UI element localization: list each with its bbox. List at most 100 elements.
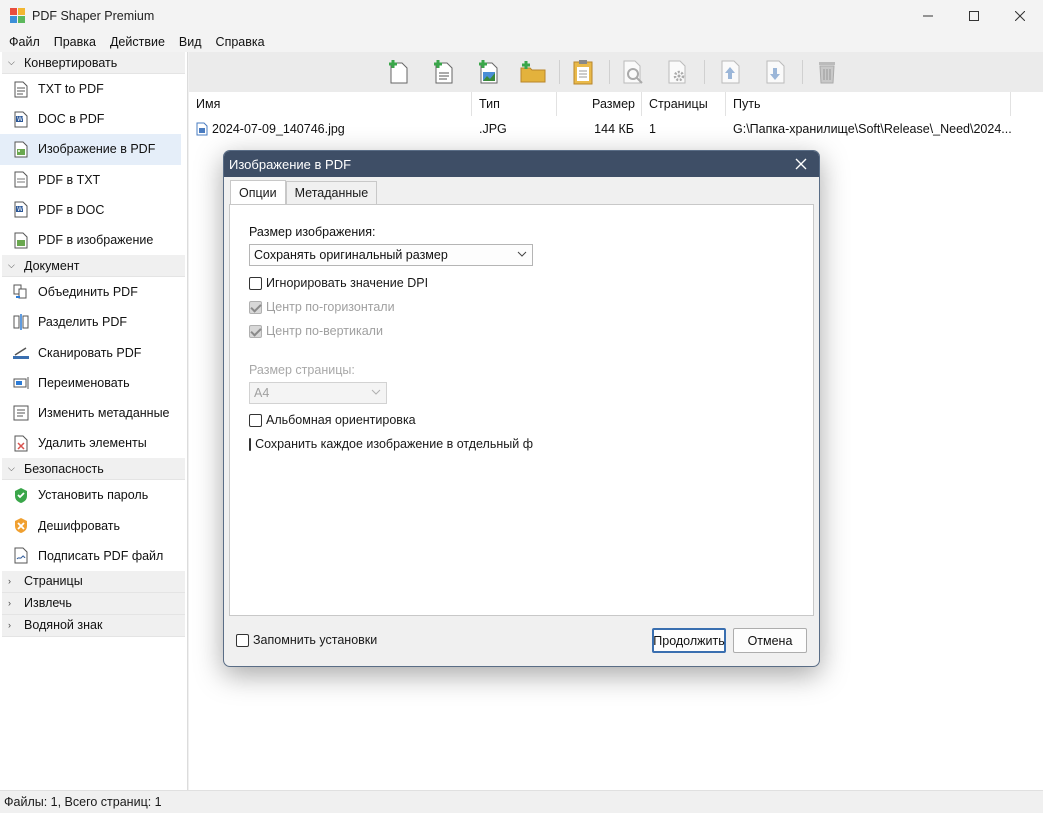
dialog-title: Изображение в PDF (229, 156, 352, 172)
add-file-icon (389, 60, 408, 84)
paste-button[interactable] (569, 58, 597, 86)
pdf-document-icon (12, 171, 30, 189)
preview-button[interactable] (619, 58, 647, 86)
move-up-button[interactable] (717, 58, 745, 86)
delete-button[interactable] (813, 58, 841, 86)
menu-view[interactable]: Вид (172, 35, 209, 49)
page-size-label: Размер страницы: (249, 363, 355, 377)
status-text: Файлы: 1, Всего страниц: 1 (4, 795, 162, 809)
file-size: 144 КБ (594, 122, 634, 136)
file-name: 2024-07-09_140746.jpg (212, 122, 345, 136)
tab-options[interactable]: Опции (230, 180, 286, 204)
sidebar-item-doc-to-pdf[interactable]: W DOC в PDF (0, 104, 187, 134)
sidebar-item-rename[interactable]: Переименовать (0, 368, 187, 398)
checkbox-box (249, 324, 262, 338)
chevron-down-icon (371, 389, 381, 395)
options-panel: Размер изображения: Сохранять оригинальн… (229, 204, 814, 616)
add-folder-button[interactable] (519, 58, 547, 86)
group-convert[interactable]: ⌵ Конвертировать (2, 52, 185, 74)
sidebar-item-label: PDF в изображение (38, 233, 154, 248)
menu-edit[interactable]: Правка (47, 35, 103, 49)
image-size-select[interactable]: Сохранять оригинальный размер (249, 244, 533, 266)
file-pages: 1 (649, 122, 656, 136)
word-document-icon: W (12, 110, 30, 128)
dialog-tabs: Опции Метаданные (230, 180, 378, 204)
tab-metadata[interactable]: Метаданные (285, 181, 378, 204)
close-button[interactable] (997, 0, 1043, 31)
chevron-down-icon: ⌵ (8, 463, 15, 474)
row-name-cell: 2024-07-09_140746.jpg (196, 120, 472, 138)
add-image-button[interactable] (475, 58, 503, 86)
toolbar (189, 52, 1043, 92)
sidebar-item-pdf-to-image[interactable]: PDF в изображение (0, 225, 187, 255)
center-vertical-checkbox: Центр по-вертикали (249, 324, 383, 338)
checkbox-box (249, 300, 262, 314)
sidebar-item-label: TXT to PDF (38, 82, 104, 97)
sidebar-item-merge[interactable]: Объединить PDF (0, 277, 187, 307)
group-security[interactable]: ⌵ Безопасность (2, 458, 185, 481)
sidebar-item-pdf-to-txt[interactable]: PDF в TXT (0, 165, 187, 195)
column-header-name[interactable]: Имя (189, 92, 472, 116)
checkbox-box[interactable] (249, 437, 252, 451)
separate-file-checkbox[interactable]: Сохранить каждое изображение в отдельный… (249, 437, 533, 451)
sidebar-item-sign[interactable]: Подписать PDF файл (0, 541, 187, 571)
sidebar-item-label: Объединить PDF (38, 285, 138, 300)
maximize-button[interactable] (951, 0, 997, 31)
image-document-icon (12, 231, 30, 249)
remember-settings-checkbox[interactable]: Запомнить установки (236, 633, 377, 647)
svg-text:W: W (17, 116, 23, 123)
group-label: Безопасность (24, 461, 104, 476)
checkbox-box[interactable] (249, 413, 262, 427)
menu-file[interactable]: Файл (2, 35, 47, 49)
preview-icon (623, 60, 643, 84)
chevron-right-icon: › (8, 620, 11, 631)
dialog-close-button[interactable] (791, 154, 811, 174)
center-vertical-label: Центр по-вертикали (266, 324, 383, 338)
add-image-icon (479, 60, 498, 84)
cancel-button[interactable]: Отмена (733, 628, 807, 653)
group-pages[interactable]: › Страницы (2, 570, 185, 593)
image-document-icon (12, 140, 30, 158)
file-type: .JPG (479, 122, 507, 136)
menu-help[interactable]: Справка (209, 35, 272, 49)
sidebar-item-split[interactable]: Разделить PDF (0, 307, 187, 337)
move-up-icon (721, 60, 740, 84)
ignore-dpi-label: Игнорировать значение DPI (266, 276, 429, 290)
add-document-button[interactable] (430, 58, 458, 86)
close-icon (1015, 10, 1025, 21)
metadata-icon (12, 404, 30, 422)
sidebar-item-scan[interactable]: Сканировать PDF (0, 338, 187, 368)
sidebar-item-pdf-to-doc[interactable]: W PDF в DOC (0, 195, 187, 225)
menu-action[interactable]: Действие (103, 35, 172, 49)
separate-file-label: Сохранить каждое изображение в отдельный… (255, 437, 533, 451)
sidebar-item-decrypt[interactable]: Дешифровать (0, 510, 187, 540)
sidebar-item-image-to-pdf[interactable]: Изображение в PDF (0, 134, 181, 165)
sidebar-item-set-password[interactable]: Установить пароль (0, 480, 187, 510)
sidebar-item-txt-to-pdf[interactable]: TXT to PDF (0, 74, 187, 104)
column-header-size[interactable]: Размер (557, 92, 642, 116)
checkbox-box[interactable] (249, 276, 262, 290)
minimize-icon (923, 15, 933, 16)
sidebar-item-remove-elements[interactable]: Удалить элементы (0, 428, 187, 458)
sidebar-item-metadata[interactable]: Изменить метаданные (0, 398, 187, 428)
checkbox-box[interactable] (236, 633, 249, 647)
sidebar-item-label: Разделить PDF (38, 315, 128, 330)
chevron-down-icon (517, 251, 527, 257)
column-header-path[interactable]: Путь (726, 92, 1011, 116)
group-document[interactable]: ⌵ Документ (2, 255, 185, 278)
landscape-checkbox[interactable]: Альбомная ориентировка (249, 413, 416, 427)
column-header-type[interactable]: Тип (472, 92, 557, 116)
settings-button[interactable] (664, 58, 692, 86)
scanner-icon (12, 344, 30, 362)
add-file-button[interactable] (385, 58, 413, 86)
column-header-pages[interactable]: Страницы (642, 92, 726, 116)
group-extract[interactable]: › Извлечь (2, 592, 185, 615)
ignore-dpi-checkbox[interactable]: Игнорировать значение DPI (249, 276, 428, 290)
sidebar-item-label: Переименовать (38, 375, 130, 390)
group-label: Документ (24, 258, 80, 273)
continue-button[interactable]: Продолжить (652, 628, 726, 653)
group-watermark[interactable]: › Водяной знак (2, 614, 185, 637)
sidebar-item-label: PDF в DOC (38, 202, 105, 217)
move-down-button[interactable] (762, 58, 790, 86)
minimize-button[interactable] (905, 0, 951, 31)
